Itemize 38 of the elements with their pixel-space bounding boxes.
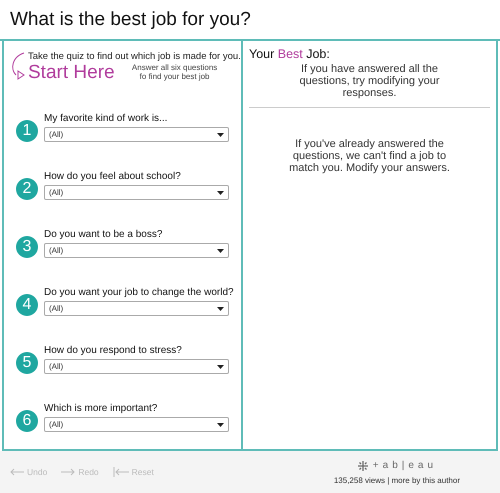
- dropdown[interactable]: (All): [44, 417, 229, 432]
- caret-icon: [217, 422, 224, 426]
- result-heading: Your Best Job:: [249, 47, 331, 61]
- dropdown[interactable]: (All): [44, 243, 229, 258]
- logo-icon: [356, 460, 369, 472]
- view-count: 135,258 views | more by this author: [334, 476, 460, 484]
- number-badge: 4: [16, 294, 38, 316]
- intro-text: Take the quiz to find out which job is made for you.: [28, 51, 241, 62]
- question-label: How do you feel about school?: [44, 170, 181, 183]
- caret-icon: [217, 306, 224, 310]
- question-label: How do you respond to stress?: [44, 344, 182, 357]
- number-badge: 6: [16, 410, 38, 432]
- dropdown[interactable]: (All): [44, 301, 229, 316]
- caret-icon: [217, 190, 224, 194]
- left-arrow-icon: [10, 468, 24, 476]
- dropdown[interactable]: (All): [44, 359, 229, 374]
- page-title: What is the best job for you?: [10, 8, 251, 30]
- start-heading: Start Here: [28, 62, 115, 84]
- question-label: My favorite kind of work is...: [44, 112, 168, 125]
- number-badge: 5: [16, 352, 38, 374]
- number-badge: 2: [16, 178, 38, 200]
- reset-arrow-icon: [112, 467, 129, 477]
- start-hint: Answer all six questions fo find your best job: [130, 64, 218, 82]
- caret-icon: [217, 364, 224, 368]
- no-match-message: If you've already answered the questions, we can't find a job to match you. Modify your answers.: [288, 138, 451, 175]
- number-badge: 1: [16, 120, 38, 142]
- result-message: If you have answered all the questions, try modifying your responses.: [298, 63, 440, 100]
- dropdown[interactable]: (All): [44, 127, 229, 142]
- question-label: Do you want your job to change the world?: [44, 286, 234, 299]
- dropdown[interactable]: (All): [44, 185, 229, 200]
- caret-icon: [217, 132, 224, 136]
- curved-arrow-icon: [10, 51, 26, 81]
- caret-icon: [217, 248, 224, 252]
- number-badge: 3: [16, 236, 38, 258]
- right-arrow-icon: [61, 468, 76, 476]
- question-label: Do you want to be a boss?: [44, 228, 162, 241]
- question-label: Which is more important?: [44, 402, 158, 415]
- logo-text: +ab|eau: [372, 460, 438, 471]
